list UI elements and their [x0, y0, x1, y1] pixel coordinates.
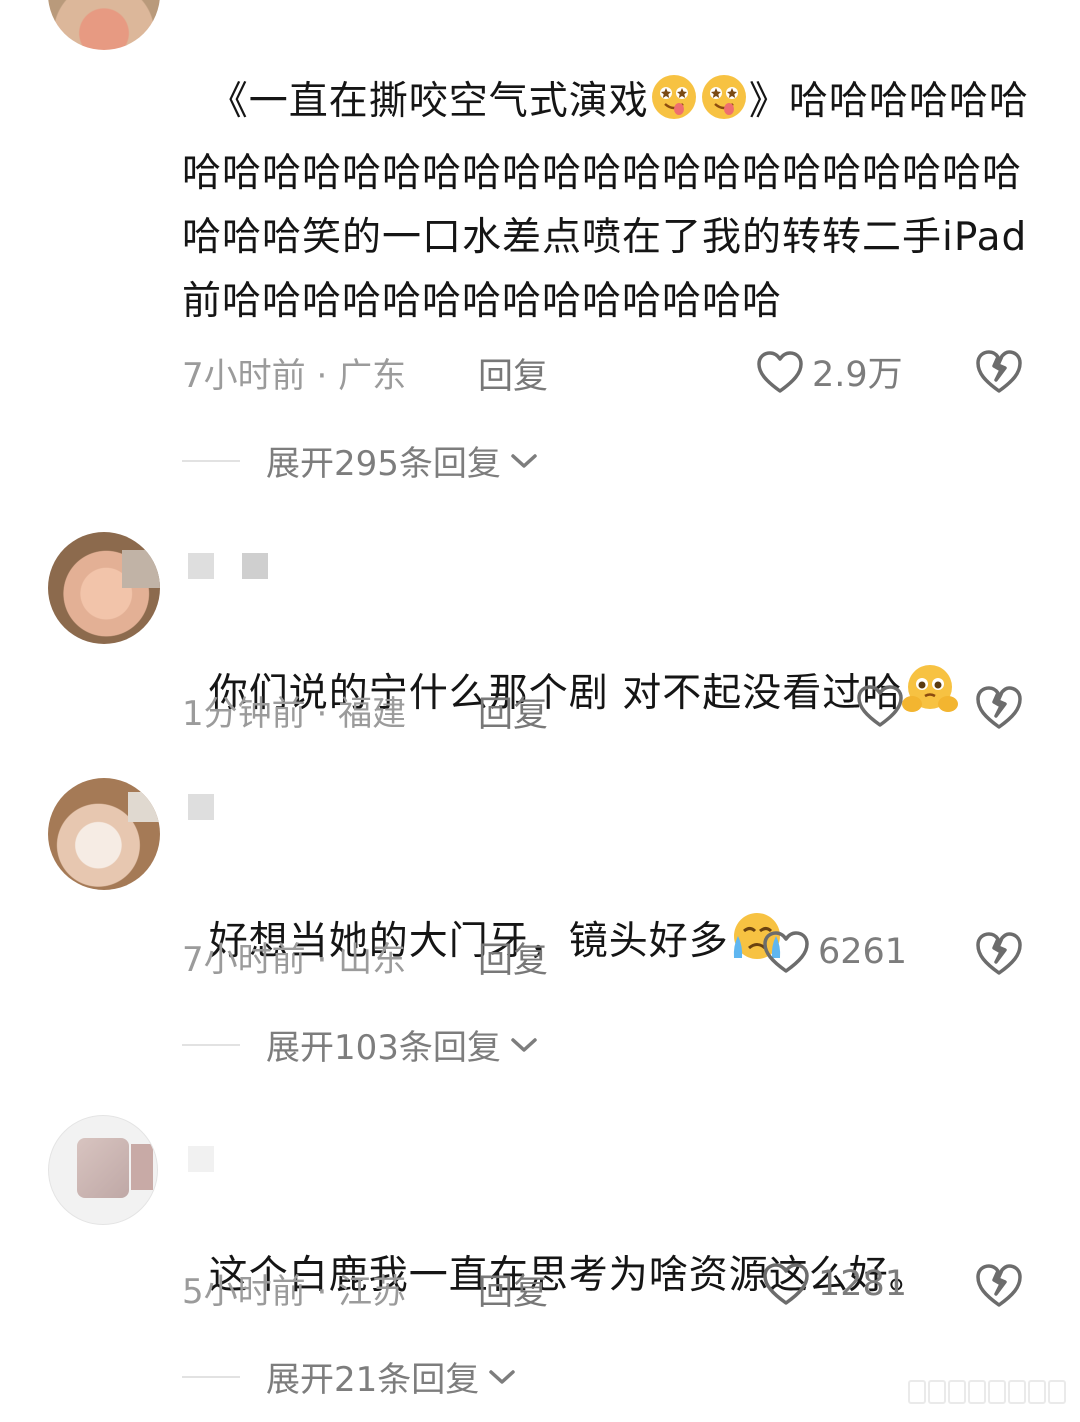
- expand-divider: [182, 1043, 240, 1046]
- like-count: 6261: [818, 932, 908, 972]
- chevron-down-icon: [511, 453, 537, 468]
- username[interactable]: [188, 794, 214, 820]
- reply-button[interactable]: 回复: [478, 686, 548, 737]
- expand-label: 展开295条回复: [266, 444, 501, 484]
- expand-replies-button[interactable]: 展开21条回复: [182, 1352, 519, 1401]
- username[interactable]: [188, 1146, 214, 1172]
- like-button[interactable]: [856, 684, 904, 728]
- comment-text: 《一直在撕咬空气式演戏 》哈哈哈哈哈哈哈哈哈哈哈哈哈哈哈哈哈哈哈哈哈哈哈哈哈哈哈哈…: [182, 6, 1032, 334]
- avatar[interactable]: [48, 778, 160, 890]
- comment-time: 7小时前: [182, 940, 306, 980]
- like-count: 1281: [818, 1264, 908, 1304]
- watermark: [908, 1380, 1066, 1404]
- comment-location: 江苏: [338, 1272, 407, 1312]
- comment-meta: 1分钟前 · 福建: [182, 694, 407, 734]
- comment-meta: 5小时前 · 江苏: [182, 1272, 407, 1312]
- expand-divider: [182, 1375, 240, 1378]
- pleading-face-emoji: [902, 662, 959, 734]
- heart-outline-icon: [763, 931, 809, 973]
- like-button[interactable]: 2.9万: [756, 346, 903, 397]
- expand-label: 展开103条回复: [266, 1028, 501, 1068]
- avatar[interactable]: [48, 0, 160, 50]
- comment-time: 5小时前: [182, 1272, 306, 1312]
- like-button[interactable]: 1281: [762, 1262, 907, 1306]
- starry-eyed-emoji: [649, 72, 699, 142]
- reply-button[interactable]: 回复: [478, 932, 548, 983]
- broken-heart-icon[interactable]: [974, 348, 1024, 394]
- like-button[interactable]: 6261: [762, 930, 907, 974]
- heart-outline-icon: [757, 350, 803, 393]
- comment-time: 1分钟前: [182, 694, 306, 734]
- heart-outline-icon: [857, 685, 903, 727]
- expand-replies-button[interactable]: 展开295条回复: [182, 436, 541, 485]
- chevron-down-icon: [489, 1369, 516, 1384]
- comment-meta: 7小时前 · 广东: [182, 356, 407, 396]
- avatar[interactable]: [48, 1115, 158, 1225]
- comment-meta: 7小时前 · 山东: [182, 940, 407, 980]
- like-count: 2.9万: [812, 355, 903, 395]
- broken-heart-icon[interactable]: [974, 684, 1024, 730]
- broken-heart-icon[interactable]: [974, 930, 1024, 976]
- broken-heart-icon[interactable]: [974, 1262, 1024, 1308]
- chevron-down-icon: [511, 1037, 537, 1052]
- expand-divider: [182, 459, 240, 462]
- comment-location: 广东: [338, 356, 407, 396]
- expand-label: 展开21条回复: [266, 1360, 480, 1400]
- heart-outline-icon: [763, 1263, 809, 1305]
- expand-replies-button[interactable]: 展开103条回复: [182, 1020, 541, 1069]
- starry-eyed-emoji: [699, 72, 749, 142]
- comment-location: 福建: [338, 694, 407, 734]
- reply-button[interactable]: 回复: [478, 348, 548, 399]
- avatar[interactable]: [48, 532, 160, 644]
- comment-location: 山东: [338, 940, 407, 980]
- username[interactable]: [188, 553, 268, 579]
- reply-button[interactable]: 回复: [478, 1264, 548, 1315]
- comment-time: 7小时前: [182, 356, 306, 396]
